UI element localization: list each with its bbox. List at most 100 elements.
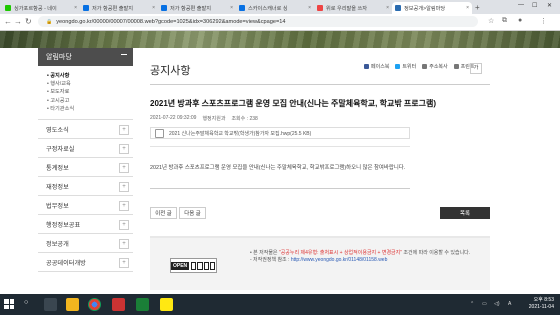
header-banner-image bbox=[0, 31, 560, 48]
sidebar-item-announcements[interactable]: • 고시공고 bbox=[47, 97, 133, 105]
expand-plus-icon[interactable]: + bbox=[119, 125, 129, 136]
expand-plus-icon[interactable]: + bbox=[119, 144, 129, 155]
ime-icon[interactable]: A bbox=[508, 301, 511, 307]
sidebar-category[interactable]: 통계정보 + bbox=[38, 158, 133, 178]
share-toolbar: 페이스북 트위터 주소복사 프린트 bbox=[364, 63, 474, 70]
collapse-icon[interactable] bbox=[121, 54, 127, 55]
sidebar-category[interactable]: 재정정보 + bbox=[38, 177, 133, 197]
expand-plus-icon[interactable]: + bbox=[119, 258, 129, 269]
article-body: 2021년 방과후 스포츠프로그램 운영 모집을 안내(신나는 주말체육학교, … bbox=[150, 165, 406, 171]
url-text: yeongdo.go.kr/00000/00007/00008.web?gcod… bbox=[56, 18, 286, 25]
print-icon bbox=[453, 64, 459, 69]
sidebar-item-events[interactable]: • 행사/교육 bbox=[47, 80, 133, 88]
close-tab-icon[interactable]: × bbox=[152, 5, 155, 11]
kogl-license-icon: OPEN bbox=[170, 258, 217, 273]
reload-icon[interactable]: ↻ bbox=[25, 17, 32, 26]
main-content: 공지사항 페이스북 트위터 주소복사 프린트 가 2021년 방과후 스포츠프로… bbox=[150, 48, 490, 290]
back-icon[interactable]: ← bbox=[4, 17, 12, 26]
facebook-share-button[interactable]: 페이스북 bbox=[364, 63, 389, 70]
twitter-share-button[interactable]: 트위터 bbox=[395, 63, 416, 70]
forward-icon[interactable]: → bbox=[14, 17, 22, 26]
task-view-icon[interactable] bbox=[44, 298, 57, 311]
expand-plus-icon[interactable]: + bbox=[119, 239, 129, 250]
menu-icon[interactable]: ⋮ bbox=[540, 17, 547, 25]
sidebar-category[interactable]: 법무정보 + bbox=[38, 196, 133, 216]
minimize-icon[interactable]: — bbox=[518, 2, 524, 8]
next-post-button[interactable]: 다음 글 bbox=[179, 207, 206, 219]
attachment-link[interactable]: 2021 신나는주말체육학교 학교밖(학생가)참가자 모집.hwp(25.5 K… bbox=[150, 127, 410, 139]
copyright-policy-link[interactable]: http://www.yeongdo.go.kr/01148/01158.web bbox=[291, 257, 388, 263]
article-views: 조회수 : 238 bbox=[231, 116, 258, 122]
start-button[interactable] bbox=[4, 299, 14, 309]
sidebar-category[interactable]: 행정정보공표 + bbox=[38, 215, 133, 235]
windows-taskbar: ○ ⌃ ▭ ◁) A 오후 8:53 2021-11-04 bbox=[0, 294, 560, 315]
sidebar-category[interactable]: 구정자료실 + bbox=[38, 139, 133, 159]
browser-tab[interactable]: 저가 항공편 출발지 × bbox=[158, 2, 236, 14]
browser-tab[interactable]: 싱가포르항공 - 네이 × bbox=[2, 2, 80, 14]
divider bbox=[150, 146, 410, 147]
sidebar-item-other-news[interactable]: • 타기관소식 bbox=[47, 105, 133, 113]
yeongdo-favicon-icon bbox=[395, 5, 401, 11]
close-tab-icon[interactable]: × bbox=[308, 5, 311, 11]
copy-url-button[interactable]: 주소복사 bbox=[422, 63, 448, 70]
browser-tab-active[interactable]: 정보공개>알림마당 × bbox=[392, 2, 472, 14]
article-dept: 행정지원과 bbox=[202, 116, 226, 122]
browser-tab-bar: 싱가포르항공 - 네이 × 저가 항공편 출발지 × 저가 항공편 출발지 × 스카이… bbox=[0, 0, 560, 14]
link-icon bbox=[422, 64, 428, 69]
skyscanner-favicon-icon bbox=[161, 5, 167, 11]
sidebar-item-press[interactable]: • 보도자료 bbox=[47, 88, 133, 96]
license-text: • 본 저작물은 "공공누리 제4유형: 출처표시 + 상업적이용금지 + 변경… bbox=[250, 250, 471, 263]
page-title: 공지사항 bbox=[150, 65, 191, 77]
maximize-icon[interactable]: ☐ bbox=[532, 2, 537, 9]
browser-tab[interactable]: 스카이스캐너로 싱 × bbox=[236, 2, 314, 14]
profile-icon[interactable]: ● bbox=[518, 17, 522, 24]
divider bbox=[150, 188, 410, 189]
close-tab-icon[interactable]: × bbox=[386, 5, 389, 11]
close-tab-icon[interactable]: × bbox=[74, 5, 77, 11]
sidebar-category[interactable]: 정보공개 + bbox=[38, 234, 133, 254]
file-icon bbox=[155, 128, 164, 138]
browser-tab[interactable]: 저가 항공편 출발지 × bbox=[80, 2, 158, 14]
browser-tab[interactable]: 위로 우리말을 쓰자 × bbox=[314, 2, 392, 14]
twitter-icon bbox=[395, 64, 401, 69]
new-tab-icon[interactable]: + bbox=[475, 3, 480, 12]
article-meta: 2021-07-22 09:32:09 행정지원과 조회수 : 238 bbox=[150, 115, 258, 122]
volume-icon[interactable]: ◁) bbox=[494, 301, 500, 307]
site-favicon-icon bbox=[317, 5, 323, 11]
app-icon[interactable] bbox=[112, 298, 125, 311]
sidebar-category[interactable]: 공공데이터개방 + bbox=[38, 253, 133, 273]
skyscanner-favicon-icon bbox=[239, 5, 245, 11]
sidebar: 알림마당 • 공지사항 • 행사/교육 • 보도자료 • 고시공고 • 타기관소… bbox=[38, 48, 133, 288]
expand-plus-icon[interactable]: + bbox=[119, 182, 129, 193]
list-button[interactable]: 목록 bbox=[440, 207, 490, 219]
app-icon[interactable] bbox=[136, 298, 149, 311]
expand-plus-icon[interactable]: + bbox=[119, 163, 129, 174]
close-tab-icon[interactable]: × bbox=[230, 5, 233, 11]
expand-plus-icon[interactable]: + bbox=[119, 201, 129, 212]
system-clock[interactable]: 오후 8:53 2021-11-04 bbox=[529, 297, 554, 311]
prev-post-button[interactable]: 이전 글 bbox=[150, 207, 177, 219]
font-size-button[interactable]: 가 bbox=[470, 63, 482, 74]
license-box: OPEN • 본 저작물은 "공공누리 제4유형: 출처표시 + 상업적이용금지… bbox=[150, 236, 490, 290]
address-bar[interactable]: 🔒 yeongdo.go.kr/00000/00007/00008.web?gc… bbox=[38, 16, 478, 27]
page-content: 알림마당 • 공지사항 • 행사/교육 • 보도자료 • 고시공고 • 타기관소… bbox=[0, 48, 560, 290]
kakaotalk-icon[interactable] bbox=[160, 298, 173, 311]
close-window-icon[interactable]: ✕ bbox=[547, 2, 552, 9]
lock-icon: 🔒 bbox=[46, 18, 53, 25]
network-icon[interactable]: ▭ bbox=[482, 301, 487, 307]
facebook-icon bbox=[364, 64, 369, 69]
sidebar-item-notices[interactable]: • 공지사항 bbox=[47, 72, 133, 80]
browser-toolbar: ← → ↻ 🔒 yeongdo.go.kr/00000/00007/00008.… bbox=[0, 14, 560, 31]
divider bbox=[150, 84, 490, 85]
naver-favicon-icon bbox=[5, 5, 11, 11]
search-icon[interactable]: ○ bbox=[24, 299, 28, 306]
skyscanner-favicon-icon bbox=[83, 5, 89, 11]
close-tab-icon[interactable]: × bbox=[466, 5, 469, 11]
tray-arrow-icon[interactable]: ⌃ bbox=[470, 301, 474, 307]
file-explorer-icon[interactable] bbox=[66, 298, 79, 311]
star-icon[interactable]: ☆ bbox=[488, 17, 494, 25]
sidebar-category[interactable]: 영도소식 + bbox=[38, 120, 133, 140]
expand-plus-icon[interactable]: + bbox=[119, 220, 129, 231]
extension-icon[interactable]: ⧉ bbox=[502, 17, 507, 25]
chrome-icon[interactable] bbox=[88, 298, 101, 311]
